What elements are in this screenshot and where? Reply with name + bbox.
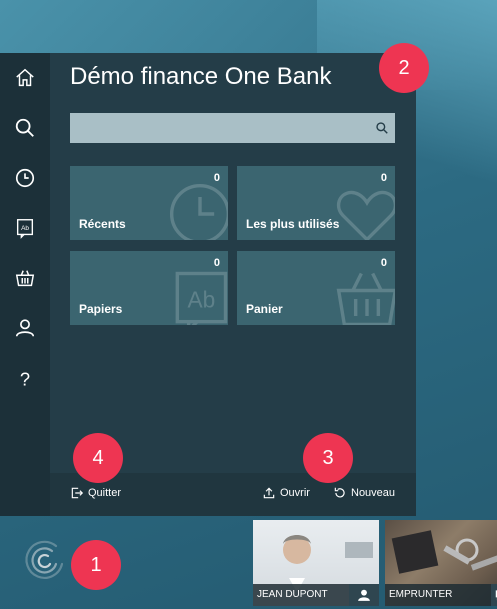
callout-badge: 1	[71, 540, 121, 590]
page-title: Démo finance One Bank	[70, 63, 332, 90]
contact-card[interactable]: JEAN DUPONT	[253, 520, 379, 606]
clock-icon	[169, 183, 228, 240]
home-icon	[16, 68, 34, 87]
help-icon: ?	[20, 368, 30, 389]
open-button[interactable]: Ouvrir	[262, 486, 310, 500]
svg-text:?: ?	[20, 368, 30, 389]
sidebar-item-help[interactable]: ?	[0, 353, 50, 403]
open-label: Ouvrir	[280, 487, 310, 499]
tile-most-used[interactable]: 0 Les plus utilisés	[237, 166, 395, 240]
basket-icon	[15, 270, 35, 287]
tile-count: 0	[380, 257, 387, 269]
clock-icon	[15, 168, 35, 188]
callout-badge: 4	[73, 433, 123, 483]
tile-label: Papiers	[79, 302, 123, 316]
new-button[interactable]: Nouveau	[333, 486, 395, 500]
document-icon: Ab	[16, 219, 34, 239]
sidebar-item-search[interactable]	[0, 103, 50, 153]
card-label: JEAN DUPONT	[257, 589, 328, 600]
borrow-card[interactable]: EMPRUNTER	[385, 520, 497, 606]
callout-badge: 3	[303, 433, 353, 483]
upload-icon	[263, 487, 275, 499]
tile-label: Les plus utilisés	[246, 217, 340, 231]
main-panel: Ab ? Démo finance One Bank 0 Récents 0 L…	[0, 53, 416, 516]
quit-label: Quitter	[88, 487, 122, 499]
callout-badge: 2	[379, 43, 429, 93]
heart-icon	[336, 190, 395, 240]
document-icon: Ab	[175, 271, 228, 325]
tile-count: 0	[213, 257, 220, 269]
sidebar-item-basket[interactable]	[0, 253, 50, 303]
undo-icon	[334, 487, 345, 498]
app-logo-icon[interactable]	[18, 534, 70, 586]
sidebar-item-documents[interactable]: Ab	[0, 203, 50, 253]
user-icon	[358, 589, 370, 601]
card-action[interactable]	[349, 584, 379, 606]
exit-icon	[71, 487, 84, 499]
svg-text:Ab: Ab	[21, 225, 29, 232]
tile-recents[interactable]: 0 Récents	[70, 166, 228, 240]
card-action[interactable]	[491, 584, 497, 606]
sidebar-item-home[interactable]	[0, 53, 50, 103]
sidebar-item-profile[interactable]	[0, 303, 50, 353]
sidebar-item-recent[interactable]	[0, 153, 50, 203]
tile-count: 0	[380, 172, 387, 184]
user-icon	[15, 319, 35, 337]
search-icon	[15, 118, 34, 137]
tile-basket[interactable]: 0 Panier	[237, 251, 395, 325]
svg-text:Ab: Ab	[188, 287, 216, 313]
search-input[interactable]	[70, 113, 395, 143]
tile-label: Récents	[79, 217, 126, 231]
new-label: Nouveau	[351, 487, 396, 499]
sidebar: Ab ?	[0, 53, 50, 516]
basket-icon	[336, 272, 395, 325]
tile-label: Panier	[246, 302, 283, 316]
search-icon[interactable]	[375, 121, 389, 135]
quit-button[interactable]: Quitter	[70, 486, 121, 500]
tile-count: 0	[213, 172, 220, 184]
card-label: EMPRUNTER	[389, 589, 453, 600]
tile-papers[interactable]: Ab 0 Papiers	[70, 251, 228, 325]
